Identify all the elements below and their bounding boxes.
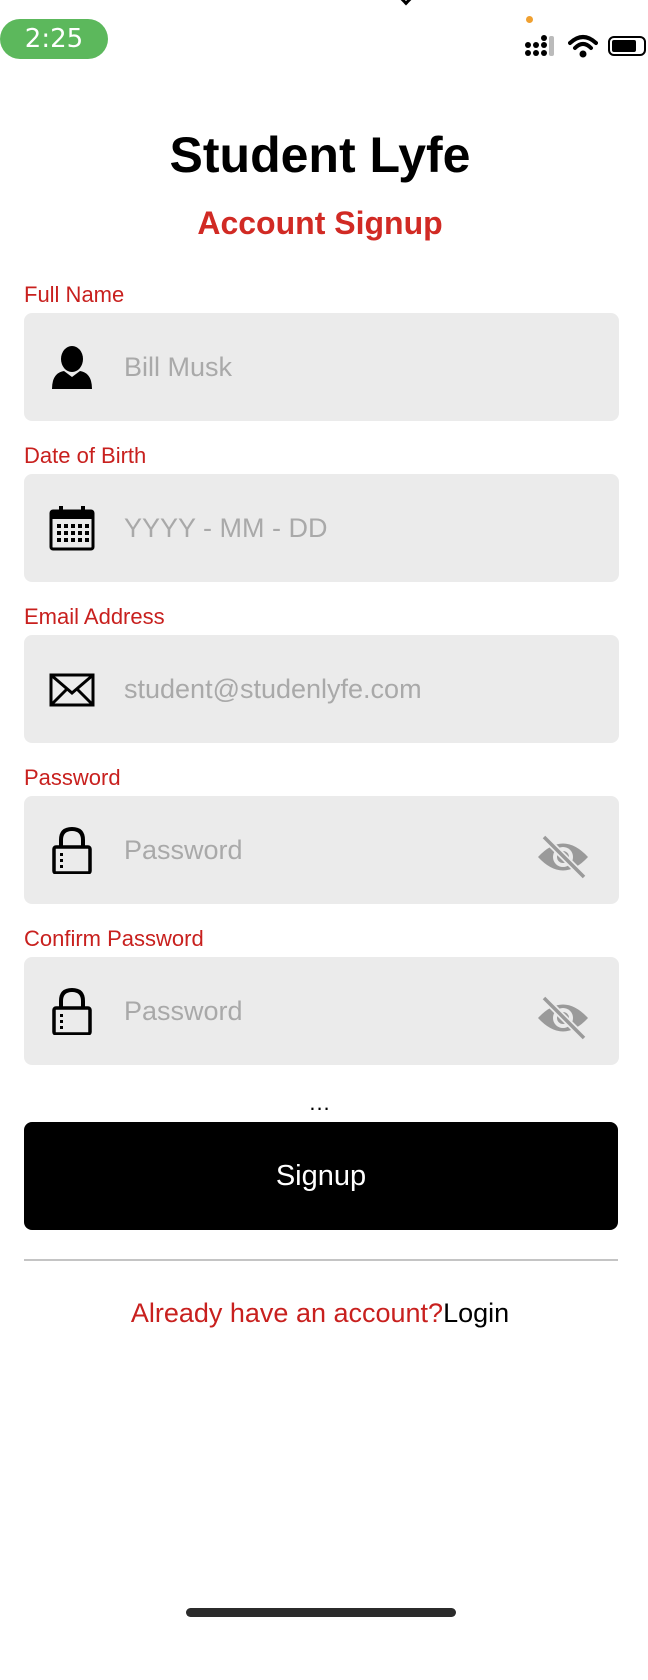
password-label: Password [24, 765, 121, 790]
status-time: 2:25 [0, 19, 108, 59]
loading-ellipsis: ... [309, 1090, 331, 1115]
notch-mark [394, 0, 418, 6]
cellular-signal-icon [525, 35, 554, 56]
lock-icon [52, 987, 92, 1035]
lock-icon [52, 826, 92, 874]
divider [24, 1259, 618, 1261]
envelope-icon [49, 673, 95, 707]
password-input[interactable] [124, 824, 544, 876]
signup-button[interactable]: Signup [24, 1122, 618, 1230]
eye-slash-icon[interactable] [535, 834, 591, 880]
battery-icon [608, 36, 646, 56]
login-prompt-text: Already have an account? [130, 1298, 444, 1328]
signup-screen: 2:25 Student Lyfe Account Signup Full Na… [0, 0, 648, 1680]
calendar-icon [49, 506, 95, 551]
login-link[interactable]: Login [443, 1298, 509, 1328]
home-indicator [186, 1608, 456, 1617]
date-of-birth-label: Date of Birth [24, 443, 147, 468]
date-of-birth-input[interactable] [124, 502, 544, 554]
confirm-password-field [24, 957, 619, 1065]
password-field [24, 796, 619, 904]
wifi-icon [568, 35, 598, 58]
email-input[interactable] [124, 663, 544, 715]
page-subtitle: Account Signup [197, 205, 443, 241]
eye-slash-icon[interactable] [535, 995, 591, 1041]
email-label: Email Address [24, 604, 165, 629]
confirm-password-label: Confirm Password [24, 926, 204, 951]
date-of-birth-field [24, 474, 619, 582]
full-name-input[interactable] [124, 341, 544, 393]
login-prompt-row: Already have an account?Login [0, 1298, 640, 1329]
app-title: Student Lyfe [169, 127, 471, 183]
full-name-field [24, 313, 619, 421]
person-icon [52, 346, 92, 389]
email-field [24, 635, 619, 743]
privacy-indicator-dot [526, 16, 533, 23]
full-name-label: Full Name [24, 282, 125, 307]
confirm-password-input[interactable] [124, 985, 544, 1037]
